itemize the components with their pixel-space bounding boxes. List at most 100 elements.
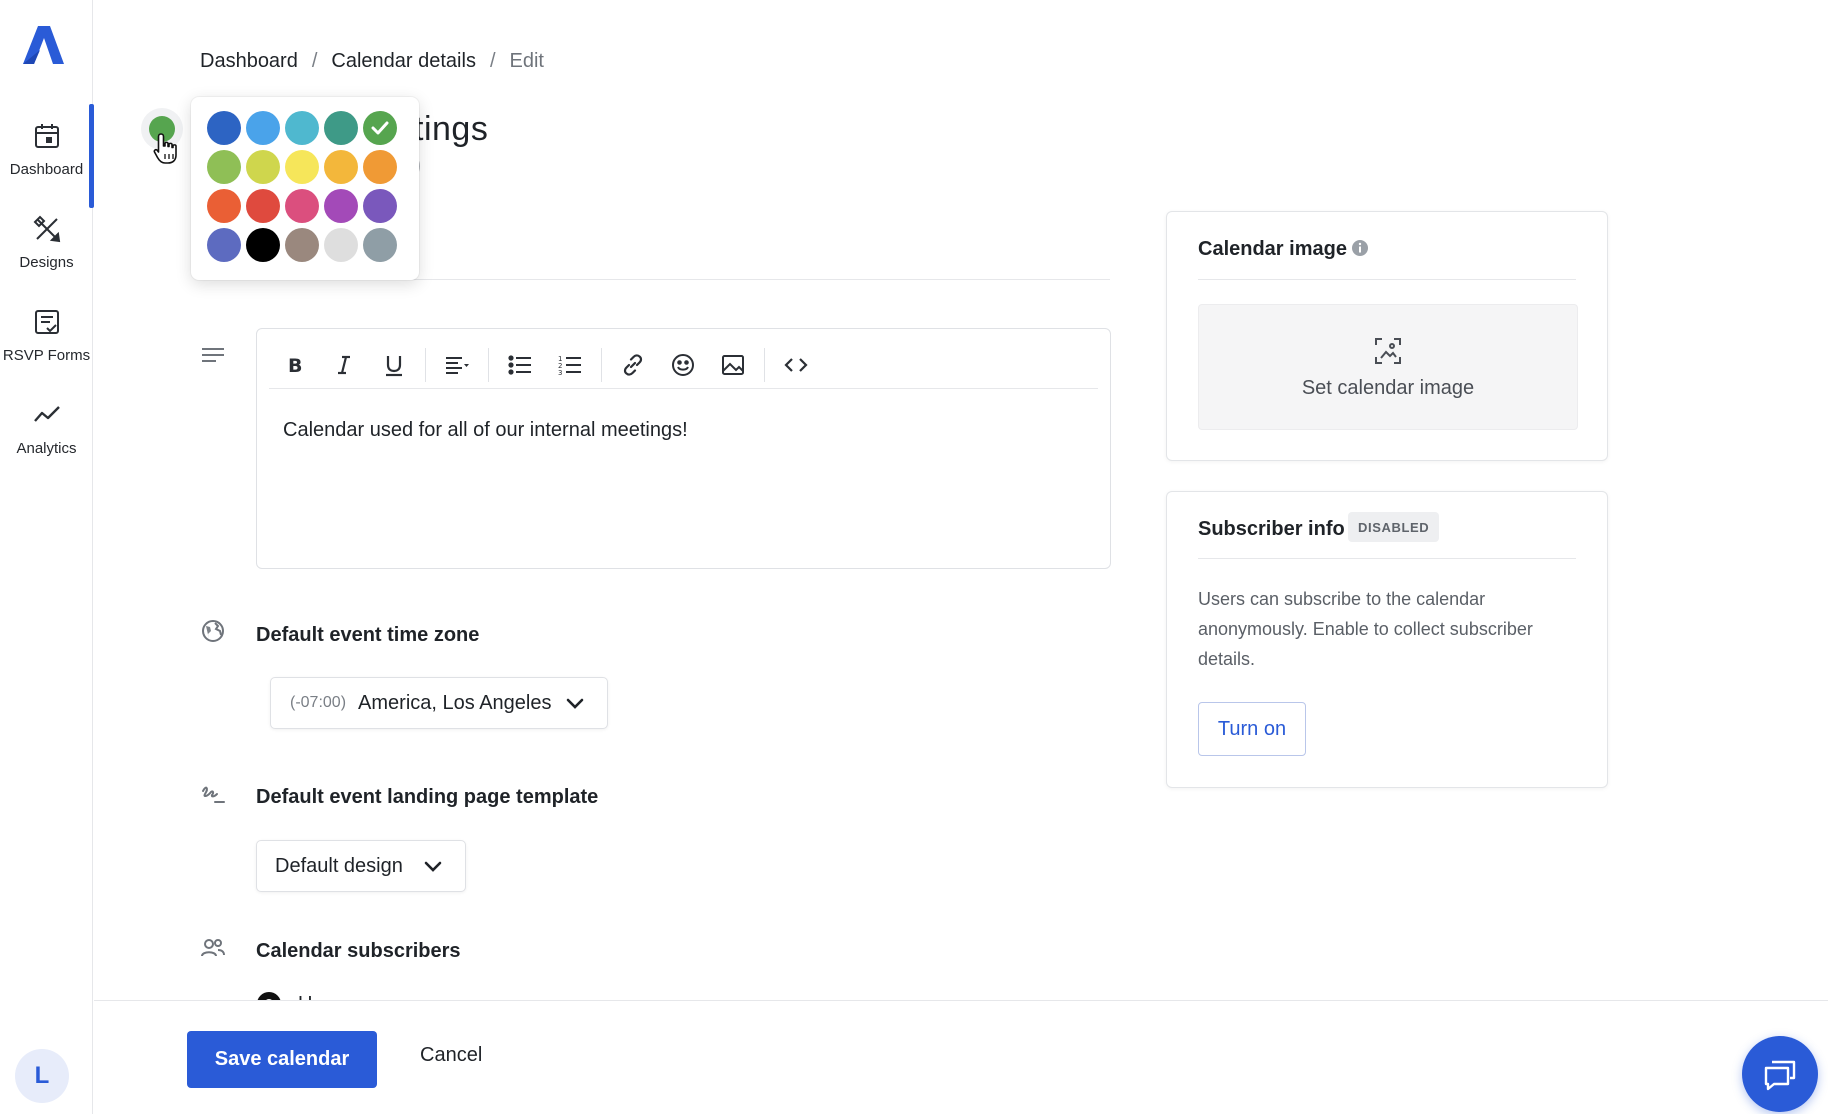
calendar-title[interactable]: tings <box>414 110 488 149</box>
turn-on-button[interactable]: Turn on <box>1198 702 1306 756</box>
toolbar-separator <box>764 347 765 382</box>
save-calendar-button[interactable]: Save calendar <box>187 1031 377 1088</box>
color-swatch[interactable] <box>363 189 397 223</box>
sidebar-item-rsvp-forms[interactable]: RSVP Forms <box>0 290 93 380</box>
chat-support-button[interactable] <box>1742 1036 1818 1112</box>
insert-image-button[interactable] <box>708 345 758 385</box>
template-select[interactable]: Default design <box>256 840 466 892</box>
breadcrumb-separator: / <box>311 50 318 72</box>
emoji-button[interactable] <box>658 345 708 385</box>
color-swatch[interactable] <box>324 111 358 145</box>
calendar-icon <box>34 123 59 148</box>
globe-icon <box>202 620 224 642</box>
breadcrumb-current: Edit <box>509 50 544 72</box>
color-swatch[interactable] <box>207 111 241 145</box>
pointer-hand-cursor-icon <box>153 133 177 164</box>
breadcrumb: Dashboard / Calendar details / Edit <box>200 50 544 73</box>
subscriber-info-title: Subscriber info <box>1198 518 1345 540</box>
underline-icon <box>386 355 402 376</box>
timezone-select[interactable]: (-07:00) America, Los Angeles <box>270 677 608 729</box>
color-swatch[interactable] <box>285 111 319 145</box>
template-value: Default design <box>275 854 403 877</box>
code-icon <box>784 357 808 372</box>
sidebar-item-label: Designs <box>19 253 74 271</box>
sidebar-item-label: Dashboard <box>9 160 84 178</box>
description-lines-icon <box>202 348 224 362</box>
color-swatch[interactable] <box>324 150 358 184</box>
form-checklist-icon <box>34 309 59 334</box>
editor-toolbar: B 1 2 3 <box>269 341 1098 389</box>
subscriber-info-description: Users can subscribe to the calendar anon… <box>1198 589 1533 669</box>
sidebar-item-dashboard[interactable]: Dashboard <box>0 104 94 208</box>
timezone-value: America, Los Angeles <box>358 691 552 714</box>
subscribers-label: Calendar subscribers <box>256 940 461 962</box>
color-swatch-selected[interactable] <box>363 111 397 145</box>
color-swatch[interactable] <box>285 189 319 223</box>
bullet-list-icon <box>508 354 531 375</box>
numbered-list-icon: 1 2 3 <box>558 355 581 377</box>
underline-button[interactable] <box>369 345 419 385</box>
cancel-button[interactable]: Cancel <box>420 1044 482 1067</box>
app-logo-icon[interactable] <box>20 24 64 66</box>
timezone-offset: (-07:00) <box>290 694 347 711</box>
color-swatch[interactable] <box>363 150 397 184</box>
color-swatch[interactable] <box>207 150 241 184</box>
calendar-image-card: Calendar image Set calendar image <box>1166 211 1608 461</box>
template-label: Default event landing page template <box>256 786 599 808</box>
breadcrumb-separator: / <box>489 50 496 72</box>
set-calendar-image-label: Set calendar image <box>1301 376 1475 399</box>
bold-button[interactable]: B <box>269 345 319 385</box>
chat-bubble-icon <box>1764 1060 1796 1091</box>
color-palette-popover <box>191 97 419 280</box>
calendar-image-title: Calendar image <box>1198 238 1347 260</box>
align-left-icon <box>446 356 469 374</box>
divider <box>1198 558 1576 559</box>
svg-text:B: B <box>288 355 302 377</box>
emoji-icon <box>672 353 694 376</box>
analytics-line-icon <box>33 405 60 422</box>
color-swatch[interactable] <box>207 189 241 223</box>
italic-button[interactable] <box>319 345 369 385</box>
image-icon <box>722 354 744 375</box>
description-content[interactable]: Calendar used for all of our internal me… <box>283 419 688 442</box>
chevron-down-icon <box>566 698 584 709</box>
color-swatch[interactable] <box>207 228 241 262</box>
color-swatch[interactable] <box>324 228 358 262</box>
description-editor: B 1 2 3 Calendar used for all of our int… <box>256 328 1111 569</box>
chevron-down-icon <box>424 861 442 872</box>
sidebar-item-label: RSVP Forms <box>2 346 91 364</box>
signature-squiggle-icon <box>202 786 225 803</box>
color-swatch[interactable] <box>285 150 319 184</box>
info-icon[interactable] <box>1351 239 1369 257</box>
numbered-list-button[interactable]: 1 2 3 <box>545 345 595 385</box>
users-icon <box>201 939 225 957</box>
sidebar-item-label: Analytics <box>16 439 77 457</box>
status-badge: DISABLED <box>1348 512 1440 542</box>
code-view-button[interactable] <box>771 345 821 385</box>
timezone-label: Default event time zone <box>256 624 480 646</box>
sidebar-item-analytics[interactable]: Analytics <box>0 383 93 473</box>
breadcrumb-calendar-details[interactable]: Calendar details <box>331 50 476 73</box>
color-swatch[interactable] <box>363 228 397 262</box>
color-swatch[interactable] <box>324 189 358 223</box>
color-swatch[interactable] <box>246 228 280 262</box>
color-swatch[interactable] <box>246 150 280 184</box>
color-swatch[interactable] <box>246 111 280 145</box>
image-placeholder-icon <box>1375 337 1401 364</box>
italic-icon <box>338 355 350 374</box>
bullet-list-button[interactable] <box>495 345 545 385</box>
link-button[interactable] <box>608 345 658 385</box>
svg-text:3: 3 <box>558 369 562 377</box>
sidebar-item-designs[interactable]: Designs <box>0 197 93 287</box>
toolbar-separator <box>601 347 602 382</box>
checkmark-icon <box>371 121 389 135</box>
color-swatch[interactable] <box>285 228 319 262</box>
bold-icon: B <box>288 355 302 377</box>
toolbar-separator <box>488 347 489 382</box>
set-calendar-image-button[interactable]: Set calendar image <box>1198 304 1578 430</box>
user-avatar[interactable]: L <box>15 1049 69 1103</box>
color-swatch[interactable] <box>246 189 280 223</box>
design-tools-icon <box>33 215 60 242</box>
breadcrumb-dashboard[interactable]: Dashboard <box>200 50 298 73</box>
align-dropdown-button[interactable] <box>432 345 482 385</box>
